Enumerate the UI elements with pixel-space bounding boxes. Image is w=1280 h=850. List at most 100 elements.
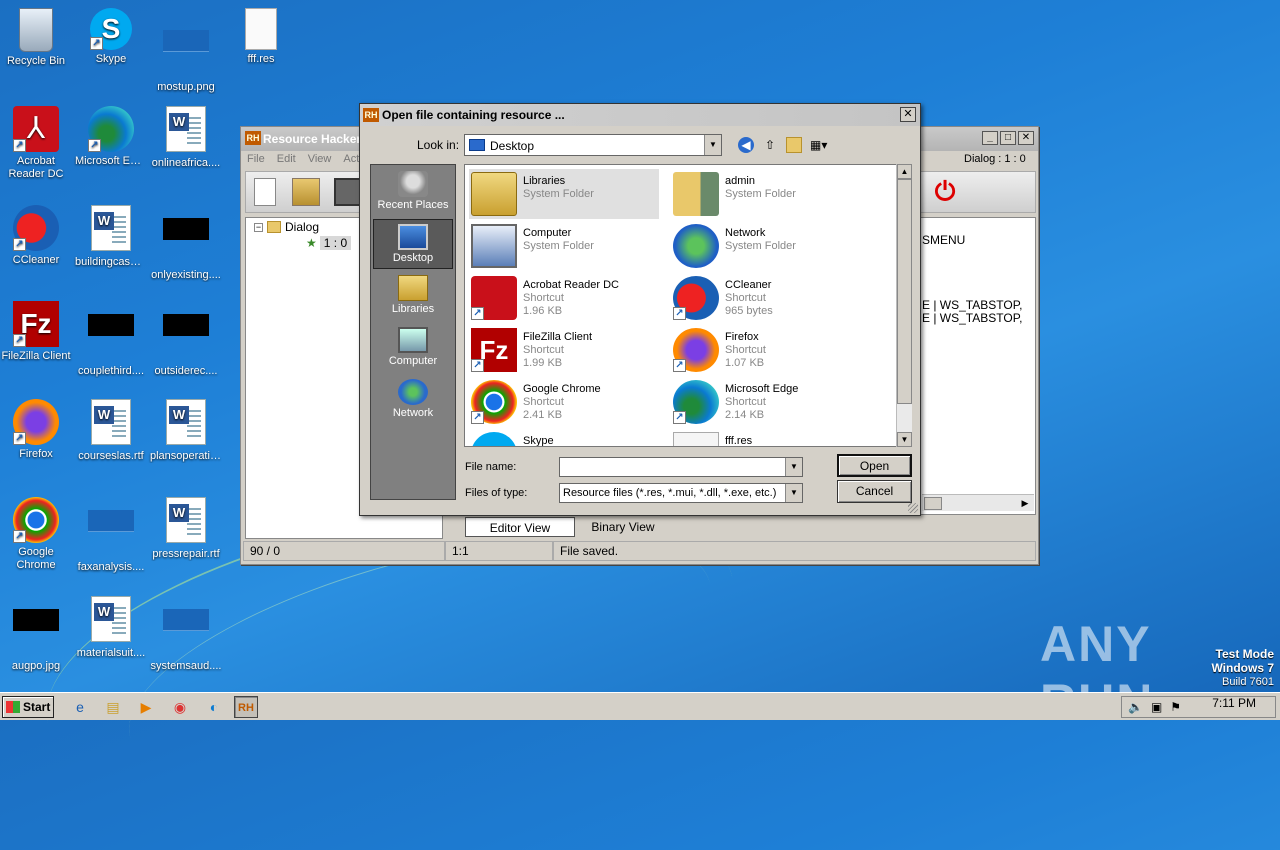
back-icon[interactable]: ◀ — [738, 137, 754, 153]
desktop-icon-recycle-bin[interactable]: Recycle Bin — [0, 8, 74, 68]
desktop-icon-chrome[interactable]: ↗ Google Chrome — [0, 497, 74, 572]
cancel-button[interactable]: Cancel — [837, 480, 912, 503]
watermark-line: Build 7601 — [1222, 676, 1274, 688]
tree-node-dialog[interactable]: − Dialog — [254, 220, 319, 234]
file-name: FileZilla Client — [523, 331, 593, 343]
look-in-dropdown[interactable]: Desktop ▼ — [464, 134, 722, 156]
resize-grip-icon[interactable] — [908, 503, 918, 513]
desktop-icon-systemsaud[interactable]: systemsaud.... — [148, 596, 224, 673]
desktop-icon-firefox[interactable]: ↗ Firefox — [0, 399, 74, 461]
file-item-fff-res[interactable]: fff.res — [671, 429, 861, 446]
minimize-button[interactable]: _ — [982, 131, 998, 145]
view-menu-icon[interactable]: ▦▾ — [810, 137, 827, 153]
collapse-icon[interactable]: − — [254, 222, 263, 232]
desktop-icon-filezilla[interactable]: Fz ↗ FileZilla Client — [0, 301, 74, 363]
scroll-right-icon[interactable]: ▶ — [1018, 497, 1032, 510]
scroll-down-icon[interactable]: ▼ — [897, 432, 912, 447]
power-icon[interactable]: ⏻ — [931, 178, 959, 206]
save-icon[interactable] — [334, 178, 362, 206]
close-button[interactable]: ✕ — [1018, 131, 1034, 145]
libraries-icon — [398, 275, 428, 301]
dialog-titlebar[interactable]: RH Open file containing resource ... ✕ — [360, 104, 920, 126]
chrome-taskbar-icon[interactable]: ◉ — [168, 696, 192, 718]
tree-node-1-0[interactable]: ★ 1 : 0 — [306, 236, 352, 250]
file-item-ccleaner[interactable]: ↗ CCleaner Shortcut 965 bytes — [671, 273, 861, 323]
desktop-icon-fff-res[interactable]: fff.res — [223, 8, 299, 66]
file-list[interactable]: Libraries System Folder admin System Fol… — [464, 164, 912, 447]
desktop-icon-onlyexisting[interactable]: onlyexisting.... — [148, 205, 224, 282]
scroll-up-icon[interactable]: ▲ — [897, 164, 912, 179]
file-item-acrobat[interactable]: ↗ Acrobat Reader DC Shortcut 1.96 KB — [469, 273, 659, 323]
menu-edit[interactable]: Edit — [277, 153, 296, 167]
place-desktop[interactable]: Desktop — [373, 219, 453, 269]
resource-hacker-logo-icon: RH — [363, 108, 379, 122]
media-player-taskbar-icon[interactable]: ▶ — [134, 696, 158, 718]
ie-taskbar-icon[interactable]: e — [68, 696, 92, 718]
chevron-down-icon[interactable]: ▼ — [785, 458, 802, 476]
file-list-scrollbar[interactable]: ▲ ▼ — [896, 164, 912, 447]
place-recent[interactable]: Recent Places — [373, 167, 453, 217]
place-libraries[interactable]: Libraries — [373, 271, 453, 321]
desktop-icon-courseslas[interactable]: courseslas.rtf — [73, 399, 149, 463]
volume-icon[interactable]: 🔈 — [1128, 700, 1143, 714]
chevron-down-icon[interactable]: ▼ — [785, 484, 802, 502]
resource-hacker-taskbar-icon[interactable]: RH — [234, 696, 258, 718]
hidden-file-icon — [162, 218, 210, 266]
file-item-admin[interactable]: admin System Folder — [671, 169, 861, 219]
desktop-icon-edge[interactable]: ↗ Microsoft Edge — [73, 106, 149, 168]
scroll-thumb[interactable] — [897, 179, 912, 404]
tab-editor-view[interactable]: Editor View — [465, 517, 575, 537]
desktop-icon-plansoperati[interactable]: plansoperati.... — [148, 399, 224, 463]
ccleaner-icon: ↗ — [673, 276, 719, 320]
start-button[interactable]: Start — [2, 696, 54, 718]
clock[interactable]: 7:11 PM — [1212, 696, 1256, 710]
desktop-icon-acrobat[interactable]: ⅄ ↗ Acrobat Reader DC — [0, 106, 74, 181]
file-type-dropdown[interactable]: Resource files (*.res, *.mui, *.dll, *.e… — [559, 483, 803, 503]
maximize-button[interactable]: □ — [1000, 131, 1016, 145]
file-item-skype[interactable]: Skype — [469, 429, 659, 446]
desktop-icon-outsiderec[interactable]: outsiderec.... — [148, 301, 224, 378]
new-folder-icon[interactable] — [786, 137, 802, 153]
file-name-input[interactable]: ▼ — [559, 457, 803, 477]
file-item-network[interactable]: Network System Folder — [671, 221, 861, 271]
new-file-icon[interactable] — [254, 178, 276, 206]
open-button[interactable]: Open — [837, 454, 912, 477]
shortcut-arrow-icon: ↗ — [88, 139, 101, 152]
file-item-libraries[interactable]: Libraries System Folder — [469, 169, 659, 219]
place-network[interactable]: Network — [373, 375, 453, 425]
desktop-icon-onlineafrica[interactable]: onlineafrica.... — [148, 106, 224, 170]
scroll-thumb[interactable] — [924, 497, 942, 510]
up-folder-icon[interactable]: ⇧ — [762, 137, 778, 153]
explorer-taskbar-icon[interactable]: ▤ — [101, 696, 125, 718]
skype-icon: S ↗ — [90, 8, 132, 50]
file-item-filezilla[interactable]: Fz ↗ FileZilla Client Shortcut 1.99 KB — [469, 325, 659, 375]
edge-icon: ↗ — [673, 380, 719, 424]
place-label: Libraries — [391, 303, 435, 315]
desktop-icon-mostup[interactable]: mostup.png — [148, 8, 224, 94]
menu-view[interactable]: View — [308, 153, 332, 167]
flag-icon[interactable]: ⚑ — [1170, 700, 1181, 714]
edge-taskbar-icon[interactable]: ◐ — [202, 696, 226, 718]
network-icon — [398, 379, 428, 405]
horizontal-scrollbar[interactable]: ▶ — [922, 494, 1034, 511]
menu-file[interactable]: File — [247, 153, 265, 167]
desktop-icon-faxanalysis[interactable]: faxanalysis.... — [73, 497, 149, 574]
network-tray-icon[interactable]: ▣ — [1151, 700, 1162, 714]
file-item-chrome[interactable]: ↗ Google Chrome Shortcut 2.41 KB — [469, 377, 659, 427]
tab-binary-view[interactable]: Binary View — [583, 517, 663, 537]
close-button[interactable]: ✕ — [900, 107, 916, 122]
place-computer[interactable]: Computer — [373, 323, 453, 373]
file-item-computer[interactable]: Computer System Folder — [469, 221, 659, 271]
desktop-icon-buildingcash[interactable]: buildingcash.... — [73, 205, 149, 269]
desktop-icon-skype[interactable]: S ↗ Skype — [73, 8, 149, 66]
desktop-icon-materialsuit[interactable]: materialsuit.... — [73, 596, 149, 660]
open-file-icon[interactable] — [292, 178, 320, 206]
chevron-down-icon[interactable]: ▼ — [704, 135, 721, 155]
desktop-icon-augpo[interactable]: augpo.jpg — [0, 596, 74, 673]
desktop-icon-pressrepair[interactable]: pressrepair.rtf — [148, 497, 224, 561]
desktop-icon-ccleaner[interactable]: ↗ CCleaner — [0, 205, 74, 267]
desktop-icon-couplethird[interactable]: couplethird.... — [73, 301, 149, 378]
open-file-dialog[interactable]: RH Open file containing resource ... ✕ L… — [359, 103, 921, 516]
file-item-edge[interactable]: ↗ Microsoft Edge Shortcut 2.14 KB — [671, 377, 861, 427]
file-item-firefox[interactable]: ↗ Firefox Shortcut 1.07 KB — [671, 325, 861, 375]
